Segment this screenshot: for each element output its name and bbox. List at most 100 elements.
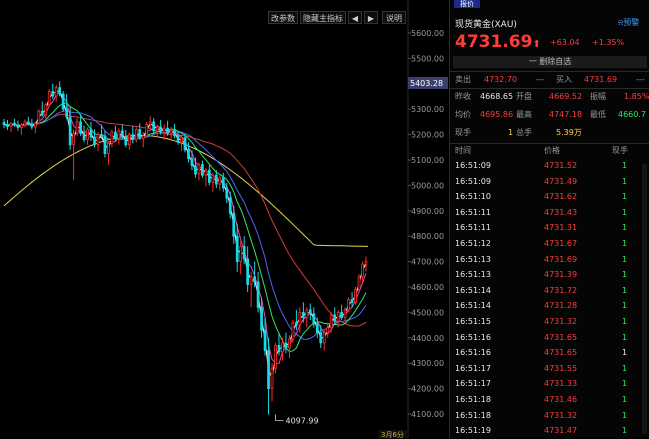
tick-vol: 1 bbox=[622, 363, 628, 373]
y-tick-label: 4600.00 bbox=[411, 283, 444, 292]
candle-body bbox=[249, 276, 253, 285]
candle-body bbox=[120, 130, 124, 138]
tick-row: 16:51:10 4731.62 1 bbox=[450, 189, 649, 205]
tick-price: 4731.55 bbox=[544, 363, 578, 373]
tick-price: 4731.67 bbox=[544, 239, 578, 248]
candle-body bbox=[65, 108, 69, 118]
tick-time: 16:51:16 bbox=[455, 348, 491, 358]
tick-vol: 1 bbox=[622, 254, 628, 264]
open-value: 4669.52 bbox=[549, 92, 583, 101]
low-value: 4660.7 bbox=[618, 110, 646, 119]
candle-body bbox=[277, 345, 281, 353]
tick-time: 16:51:14 bbox=[455, 301, 491, 311]
tick-vol: 1 bbox=[622, 410, 628, 420]
tick-vol: 1 bbox=[622, 301, 628, 311]
candle-body bbox=[169, 129, 173, 134]
y-tick-label: 4800.00 bbox=[411, 232, 444, 241]
candle-body bbox=[27, 121, 30, 125]
candle-body bbox=[159, 126, 162, 133]
tick-price: 4731.62 bbox=[544, 192, 578, 202]
low-label: 最低 bbox=[590, 110, 606, 119]
candle-body bbox=[37, 110, 41, 124]
y-tick-label: 4700.00 bbox=[411, 258, 444, 267]
amp-value: 1.85% bbox=[624, 92, 649, 101]
quote-tab[interactable]: 报价 bbox=[454, 0, 480, 8]
stats-row-2: 均价 4695.86 最高 4747.18 最低 4660.7 bbox=[450, 107, 649, 123]
candle-body bbox=[218, 177, 222, 185]
candle-body bbox=[239, 245, 243, 263]
tick-row: 16:51:13 4731.39 1 bbox=[450, 267, 649, 283]
tick-vol: 1 bbox=[622, 223, 628, 233]
y-tick-label: 4200.00 bbox=[411, 385, 444, 394]
tick-vol: 1 bbox=[622, 317, 628, 326]
tick-price: 4731.32 bbox=[544, 317, 578, 326]
kline-chart[interactable]: 5600.005500.005400.005300.005200.005100.… bbox=[0, 0, 449, 438]
tick-price: 4731.33 bbox=[544, 379, 578, 389]
candle-body bbox=[208, 169, 211, 183]
tick-time: 16:51:14 bbox=[455, 285, 491, 295]
hide-indicator-button[interactable]: 隐藏主指标 bbox=[300, 11, 346, 24]
candle-body bbox=[33, 122, 37, 128]
alert-label: 预警 bbox=[623, 18, 640, 27]
tick-time: 16:51:17 bbox=[455, 363, 491, 373]
tick-vol: 1 bbox=[622, 176, 628, 186]
amp-label: 振幅 bbox=[590, 92, 606, 101]
candle-body bbox=[214, 174, 218, 185]
tick-row: 16:51:09 4731.52 1 bbox=[450, 158, 649, 174]
tick-row: 16:51:11 4731.43 1 bbox=[450, 205, 649, 221]
bottom-label: 3月6分 bbox=[381, 430, 404, 438]
help-button[interactable]: 说明 bbox=[382, 11, 406, 24]
y-tick-label: 4100.00 bbox=[411, 410, 444, 419]
tick-price: 4731.28 bbox=[544, 301, 578, 311]
alert-button[interactable]: ⍾预警 bbox=[618, 16, 648, 30]
remove-watchlist-button[interactable]: 一 删除自选 bbox=[453, 56, 647, 68]
tick-price: 4731.39 bbox=[544, 270, 578, 280]
params-button[interactable]: 改参数 bbox=[268, 11, 298, 24]
candle-body bbox=[176, 135, 180, 143]
candle-body bbox=[305, 309, 309, 318]
stats-row-3: 现手 1 总手 5.39万 bbox=[450, 125, 649, 141]
ticks-scrollbar[interactable] bbox=[642, 164, 647, 434]
ticks-header-price: 价格 bbox=[544, 146, 560, 155]
prev-close-value: 4668.65 bbox=[480, 92, 514, 101]
tick-price: 4731.49 bbox=[544, 176, 578, 186]
candle-body bbox=[295, 322, 298, 326]
sell-price: 4732.70 bbox=[484, 75, 518, 84]
sell-row: 卖出 4732.70 --- 买入 4731.69 --- bbox=[450, 72, 649, 88]
total-vol-label: 总手 bbox=[516, 128, 532, 137]
ticks-header-time: 时间 bbox=[455, 146, 471, 155]
candle-body bbox=[72, 132, 75, 146]
candle-body bbox=[155, 126, 159, 132]
tick-vol: 1 bbox=[622, 207, 628, 217]
candle-body bbox=[127, 134, 131, 146]
candle-body bbox=[145, 124, 149, 137]
tick-time: 16:51:11 bbox=[455, 207, 491, 217]
tick-row: 16:51:15 4731.32 1 bbox=[450, 314, 649, 330]
tick-price: 4731.43 bbox=[544, 207, 578, 217]
candle-body bbox=[68, 116, 72, 146]
right-arrow-button[interactable]: ▶ bbox=[364, 11, 378, 24]
candle-body bbox=[228, 197, 232, 214]
candle-body bbox=[103, 135, 107, 155]
tick-row: 16:51:16 4731.65 1 bbox=[450, 330, 649, 346]
candle-body bbox=[312, 313, 316, 325]
candle-body bbox=[30, 123, 34, 128]
y-tick-label: 5200.00 bbox=[411, 131, 444, 140]
buy-price: 4731.69 bbox=[584, 75, 618, 84]
candle-body bbox=[288, 338, 291, 349]
candle-body bbox=[20, 124, 23, 128]
candle-body bbox=[138, 129, 142, 139]
buy-label: 买入 bbox=[556, 75, 572, 84]
candle-body bbox=[326, 327, 330, 334]
candle-body bbox=[190, 158, 194, 166]
candle-body bbox=[322, 332, 326, 344]
tick-time: 16:51:13 bbox=[455, 270, 491, 280]
candle-body bbox=[354, 289, 357, 303]
left-arrow-button[interactable]: ◀ bbox=[348, 11, 362, 24]
y-tick-label: 5500.00 bbox=[411, 54, 444, 63]
tick-time: 16:51:10 bbox=[455, 192, 491, 202]
candle-body bbox=[267, 350, 270, 389]
y-tick-label: 5100.00 bbox=[411, 156, 444, 165]
candle-body bbox=[100, 134, 103, 137]
cur-vol-label: 现手 bbox=[455, 128, 471, 137]
